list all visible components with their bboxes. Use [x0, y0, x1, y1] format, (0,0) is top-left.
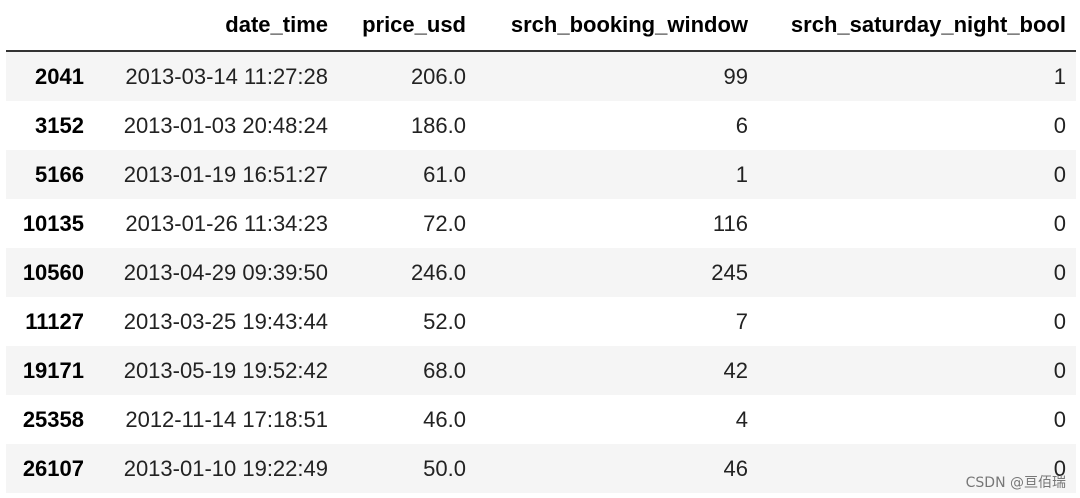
cell-date-time: 2013-03-14 11:27:28	[125, 63, 328, 89]
cell-srch-saturday-night-bool: 0	[1053, 112, 1066, 138]
cell-date-time: 2013-01-10 19:22:49	[123, 455, 328, 481]
cell-price-usd: 68.0	[423, 357, 466, 383]
table-row: 5166 2013-01-19 16:51:27 61.0 1 0	[6, 150, 1076, 199]
column-header-srch-booking-window: srch_booking_window	[476, 0, 758, 52]
cell-srch-booking-window: 6	[735, 112, 748, 138]
cell-srch-booking-window: 245	[711, 259, 748, 285]
row-index: 25358	[22, 406, 84, 432]
cell-srch-booking-window: 116	[712, 210, 748, 236]
row-index: 2041	[35, 63, 84, 89]
cell-date-time: 2013-01-03 20:48:24	[123, 112, 328, 138]
table-body: 2041 2013-03-14 11:27:28 206.0 99 1 3152…	[6, 51, 1076, 493]
cell-price-usd: 52.0	[423, 308, 466, 334]
cell-price-usd: 50.0	[423, 455, 466, 481]
cell-price-usd: 46.0	[423, 406, 466, 432]
column-header-index	[6, 0, 94, 52]
cell-date-time: 2013-04-29 09:39:50	[123, 259, 328, 285]
row-index: 19171	[22, 357, 84, 383]
row-index: 11127	[25, 308, 84, 334]
cell-price-usd: 61.0	[423, 161, 466, 187]
table-row: 3152 2013-01-03 20:48:24 186.0 6 0	[6, 101, 1076, 150]
row-index: 10135	[22, 210, 84, 236]
column-header-price-usd: price_usd	[338, 0, 476, 52]
watermark: CSDN @亘佰瑞	[965, 475, 1066, 491]
cell-price-usd: 206.0	[410, 63, 466, 89]
cell-srch-saturday-night-bool: 0	[1053, 210, 1066, 236]
table-row: 19171 2013-05-19 19:52:42 68.0 42 0	[6, 346, 1076, 395]
dataframe-container: date_time price_usd srch_booking_window …	[6, 0, 1076, 493]
column-header-srch-saturday-night-bool: srch_saturday_night_bool	[758, 0, 1076, 52]
cell-date-time: 2013-05-19 19:52:42	[123, 357, 328, 383]
cell-srch-booking-window: 4	[735, 406, 748, 432]
table-row: 25358 2012-11-14 17:18:51 46.0 4 0	[6, 395, 1076, 444]
row-index: 3152	[35, 112, 84, 138]
cell-srch-booking-window: 7	[735, 308, 748, 334]
cell-srch-booking-window: 1	[735, 161, 748, 187]
cell-srch-saturday-night-bool: 0	[1053, 357, 1066, 383]
column-header-date-time: date_time	[94, 0, 338, 52]
dataframe-table: date_time price_usd srch_booking_window …	[6, 0, 1076, 493]
cell-price-usd: 186.0	[410, 112, 466, 138]
header-row: date_time price_usd srch_booking_window …	[6, 0, 1076, 52]
table-header: date_time price_usd srch_booking_window …	[6, 0, 1076, 52]
cell-srch-saturday-night-bool: 0	[1053, 161, 1066, 187]
cell-srch-saturday-night-bool: 0	[1053, 259, 1066, 285]
cell-srch-saturday-night-bool: 1	[1053, 63, 1066, 89]
cell-date-time: 2013-03-25 19:43:44	[123, 308, 328, 334]
table-row: 26107 2013-01-10 19:22:49 50.0 46 0	[6, 444, 1076, 493]
cell-srch-booking-window: 46	[723, 455, 748, 481]
cell-srch-saturday-night-bool: 0	[1053, 406, 1066, 432]
cell-date-time: 2012-11-14 17:18:51	[125, 406, 328, 432]
table-row: 2041 2013-03-14 11:27:28 206.0 99 1	[6, 51, 1076, 101]
cell-price-usd: 246.0	[410, 259, 466, 285]
row-index: 10560	[22, 259, 84, 285]
cell-date-time: 2013-01-26 11:34:23	[125, 210, 328, 236]
row-index: 5166	[35, 161, 84, 187]
cell-date-time: 2013-01-19 16:51:27	[123, 161, 328, 187]
cell-srch-booking-window: 42	[723, 357, 748, 383]
row-index: 26107	[22, 455, 84, 481]
table-row: 10560 2013-04-29 09:39:50 246.0 245 0	[6, 248, 1076, 297]
cell-srch-booking-window: 99	[723, 63, 748, 89]
cell-srch-saturday-night-bool: 0	[1053, 308, 1066, 334]
cell-price-usd: 72.0	[423, 210, 466, 236]
table-row: 10135 2013-01-26 11:34:23 72.0 116 0	[6, 199, 1076, 248]
table-row: 11127 2013-03-25 19:43:44 52.0 7 0	[6, 297, 1076, 346]
